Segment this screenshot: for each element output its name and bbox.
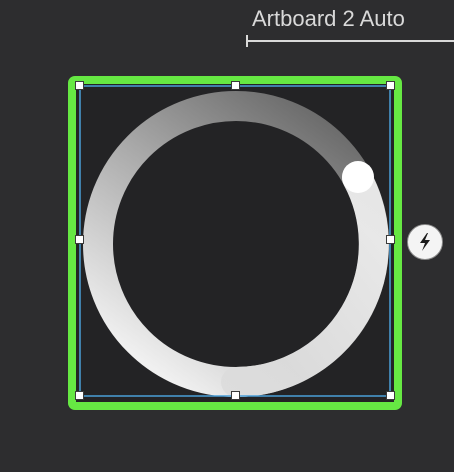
- resize-handle-left[interactable]: [75, 235, 84, 244]
- resize-handle-top-right[interactable]: [386, 81, 395, 90]
- lightning-bolt-icon: [420, 233, 430, 251]
- resize-handle-bottom[interactable]: [231, 391, 240, 400]
- resize-handle-bottom-right[interactable]: [386, 391, 395, 400]
- resize-handle-top[interactable]: [231, 81, 240, 90]
- resize-handle-top-left[interactable]: [75, 81, 84, 90]
- interaction-bolt-button[interactable]: [407, 224, 443, 260]
- resize-handle-right[interactable]: [386, 235, 395, 244]
- resize-handle-bottom-left[interactable]: [75, 391, 84, 400]
- design-canvas[interactable]: Artboard 2 Auto: [0, 0, 454, 472]
- ring-knob[interactable]: [342, 161, 374, 193]
- progress-ring-highlight: [221, 163, 389, 397]
